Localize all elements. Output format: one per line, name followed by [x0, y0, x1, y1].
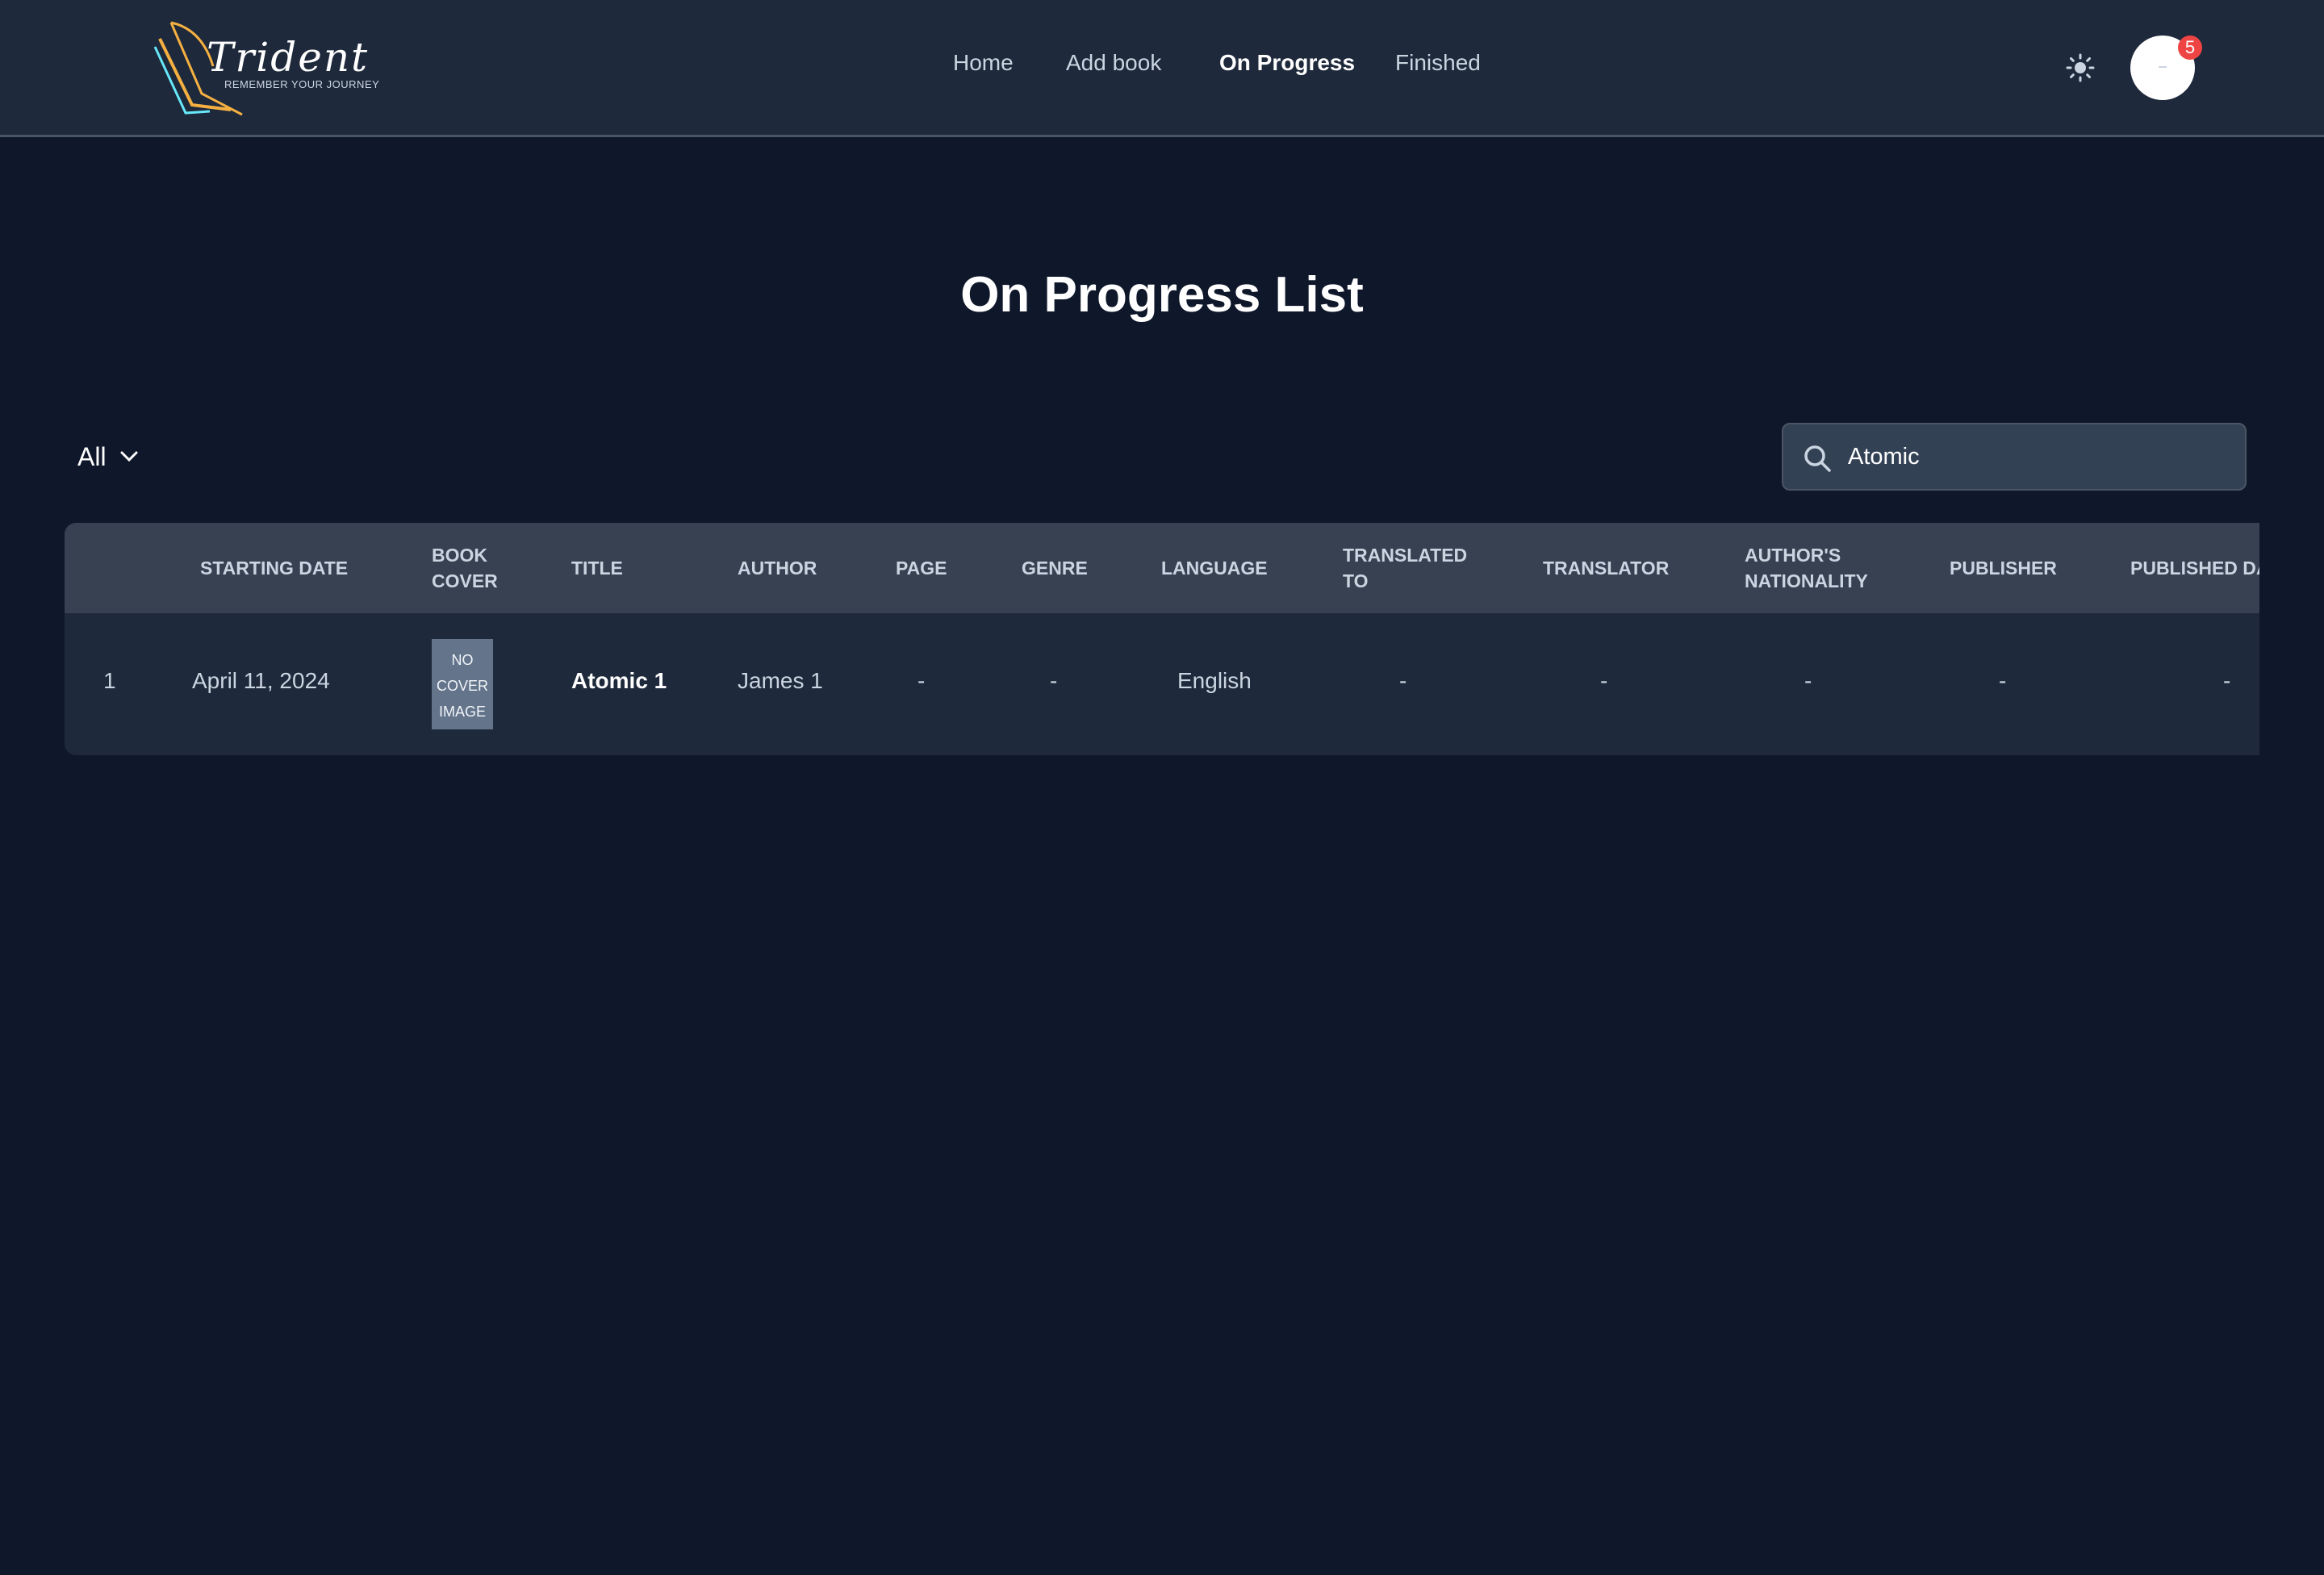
header-title[interactable]: TITLE	[571, 555, 623, 581]
row-publisher: -	[1999, 668, 2007, 693]
row-translated-to: -	[1399, 668, 1407, 693]
page-title: On Progress List	[960, 267, 1364, 323]
header-authors-nationality[interactable]: AUTHOR'S NATIONALITY	[1745, 542, 1868, 594]
chevron-down-icon	[120, 451, 138, 462]
header-book-cover: BOOK COVER	[432, 545, 498, 591]
header-author[interactable]: AUTHOR	[738, 555, 817, 581]
search-icon	[1804, 445, 1831, 472]
row-page: -	[917, 668, 926, 693]
row-author: James 1	[738, 668, 823, 693]
notification-badge: 5	[2178, 36, 2202, 60]
nav-on-progress[interactable]: On Progress	[1219, 50, 1355, 76]
books-table: STARTING DATE BOOK COVER TITLE AUTHOR PA…	[65, 523, 2259, 755]
header-starting-date[interactable]: STARTING DATE	[200, 555, 348, 581]
header-translator[interactable]: TRANSLATOR	[1543, 555, 1669, 581]
header-language[interactable]: LANGUAGE	[1161, 555, 1268, 581]
navbar: Trident REMEMBER YOUR JOURNEY Home Add b…	[0, 0, 2324, 137]
category-filter-dropdown[interactable]: All	[77, 439, 139, 474]
sun-icon[interactable]	[2066, 53, 2095, 82]
table-header: STARTING DATE BOOK COVER TITLE AUTHOR PA…	[65, 523, 2259, 613]
row-index: 1	[103, 668, 116, 693]
header-published-date[interactable]: PUBLISHED DA	[2130, 555, 2259, 581]
search-input[interactable]	[1848, 436, 2227, 478]
row-nationality: -	[1804, 668, 1812, 693]
main-nav: Home Add book On Progress Finished	[0, 50, 2324, 87]
nav-home[interactable]: Home	[953, 50, 1014, 76]
filter-selected-value: All	[77, 441, 107, 471]
search-box	[1782, 423, 2247, 491]
row-published-date: -	[2223, 668, 2231, 693]
row-title[interactable]: Atomic 1	[571, 668, 667, 694]
row-genre: -	[1050, 668, 1058, 693]
header-genre[interactable]: GENRE	[1022, 555, 1088, 581]
row-translator: -	[1600, 668, 1608, 693]
nav-add-book[interactable]: Add book	[1066, 50, 1161, 76]
row-language: English	[1177, 668, 1252, 693]
header-translated-to[interactable]: TRANSLATED TO	[1343, 542, 1467, 594]
header-page[interactable]: PAGE	[896, 555, 947, 581]
nav-finished[interactable]: Finished	[1395, 50, 1481, 76]
row-starting-date: April 11, 2024	[192, 668, 330, 693]
header-publisher[interactable]: PUBLISHER	[1950, 555, 2057, 581]
avatar-placeholder	[2159, 66, 2167, 68]
table-row[interactable]: 1 April 11, 2024 NO COVER IMAGE Atomic 1…	[65, 613, 2259, 755]
book-cover-placeholder: NO COVER IMAGE	[432, 639, 493, 729]
